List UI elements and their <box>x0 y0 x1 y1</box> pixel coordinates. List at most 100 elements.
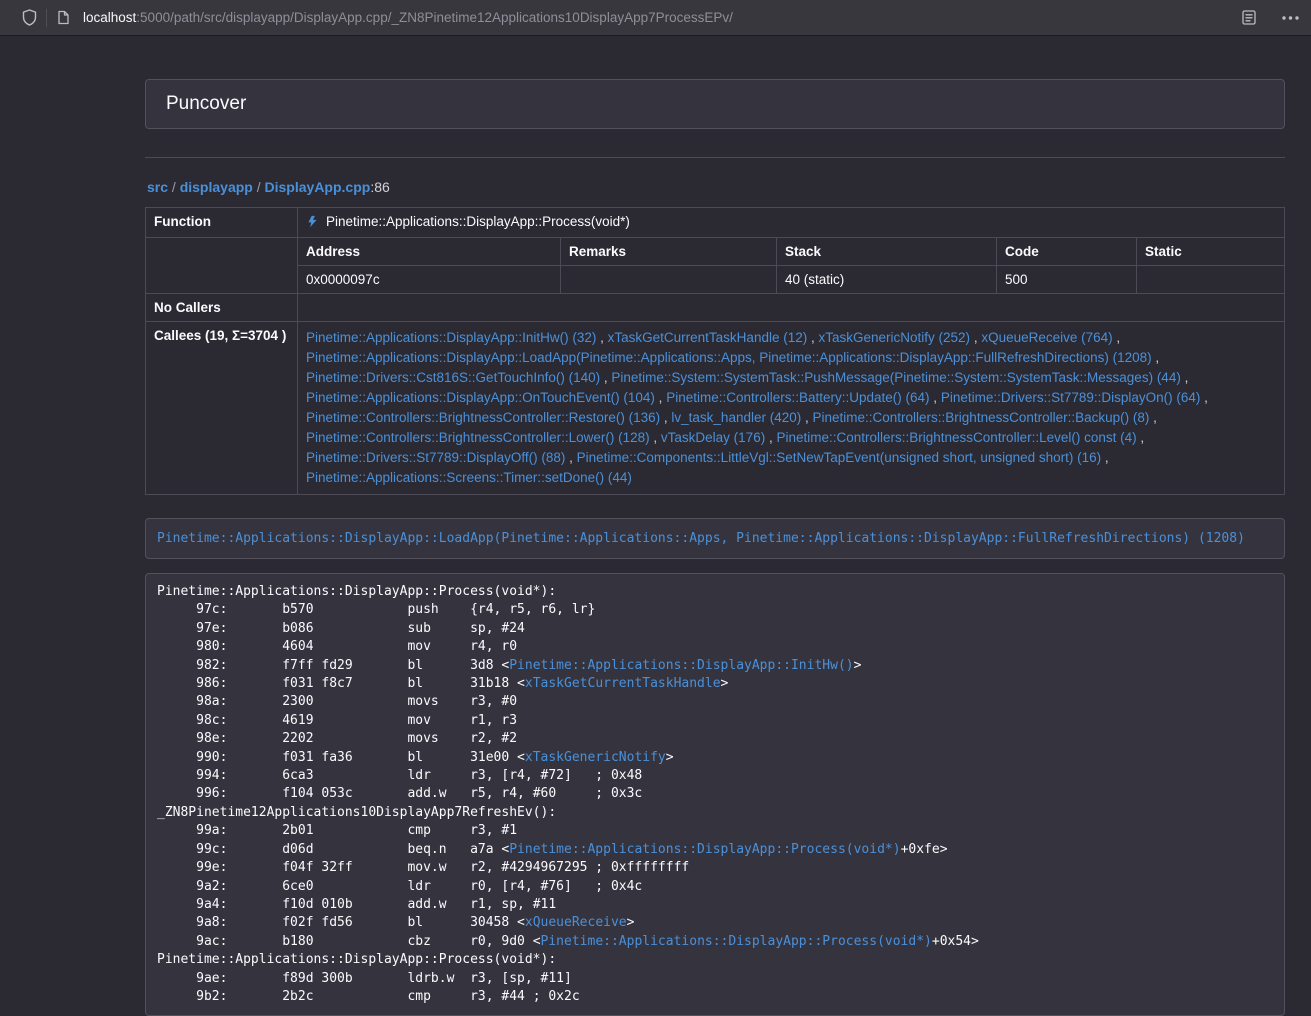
disassembly-text: 980: 4604 mov r4, r0 <box>157 639 517 654</box>
disassembly-text: 986: f031 f8c7 bl 31b18 < <box>157 676 525 691</box>
stats-header-stack: Stack <box>777 238 997 266</box>
breadcrumb-link-file[interactable]: DisplayApp.cpp <box>265 179 371 195</box>
disassembly-text: 996: f104 053c add.w r5, r4, #60 ; 0x3c <box>157 786 642 801</box>
disassembly-text: _ZN8Pinetime12Applications10DisplayApp7R… <box>157 805 556 820</box>
stats-header-static: Static <box>1137 238 1285 266</box>
url-host: localhost <box>83 10 136 25</box>
disassembly-symbol-link[interactable]: Pinetime::Applications::DisplayApp::Proc… <box>509 842 900 857</box>
callee-separator: , <box>600 370 611 385</box>
callee-link[interactable]: Pinetime::Controllers::Battery::Update()… <box>666 390 929 405</box>
callee-link[interactable]: Pinetime::System::SystemTask::PushMessag… <box>611 370 1180 385</box>
callee-separator: , <box>970 330 981 345</box>
disassembly-symbol-link[interactable]: Pinetime::Applications::DisplayApp::Proc… <box>541 934 932 949</box>
breadcrumb-link-displayapp[interactable]: displayapp <box>180 179 253 195</box>
disassembly-symbol-link[interactable]: xTaskGenericNotify <box>525 750 666 765</box>
no-callers-cell <box>298 294 1285 322</box>
disassembly-text: 9ae: f89d 300b ldrb.w r3, [sp, #11] <box>157 971 572 986</box>
callee-link[interactable]: Pinetime::Controllers::BrightnessControl… <box>776 430 1136 445</box>
callee-separator: , <box>1152 350 1160 365</box>
page-icon[interactable] <box>57 10 70 25</box>
disassembly-pre: Pinetime::Applications::DisplayApp::Proc… <box>145 573 1285 1016</box>
callee-separator: , <box>1101 450 1109 465</box>
breadcrumb-separator: / <box>253 179 265 195</box>
disassembly-text: 9a2: 6ce0 ldr r0, [r4, #76] ; 0x4c <box>157 879 642 894</box>
disassembly-text: 98c: 4619 mov r1, r3 <box>157 713 517 728</box>
callee-link[interactable]: lv_task_handler (420) <box>671 410 801 425</box>
disassembly-text: > <box>666 750 674 765</box>
callee-link[interactable]: Pinetime::Components::LittleVgl::SetNewT… <box>577 450 1102 465</box>
callee-link[interactable]: Pinetime::Applications::DisplayApp::Load… <box>306 350 1152 365</box>
callee-separator: , <box>596 330 607 345</box>
callee-link[interactable]: Pinetime::Applications::DisplayApp::Init… <box>306 330 596 345</box>
disassembly-text: 99a: 2b01 cmp r3, #1 <box>157 823 517 838</box>
highlighted-callee-panel: Pinetime::Applications::DisplayApp::Load… <box>145 518 1285 559</box>
disassembly-text: Pinetime::Applications::DisplayApp::Proc… <box>157 952 556 967</box>
stats-value-stack: 40 (static) <box>777 266 997 294</box>
stats-header-remarks: Remarks <box>561 238 777 266</box>
callees-label: Callees (19, Σ=3704 ) <box>146 322 298 495</box>
breadcrumb: src / displayapp / DisplayApp.cpp:86 <box>147 179 1285 195</box>
callees-cell: Pinetime::Applications::DisplayApp::Init… <box>298 322 1285 495</box>
callee-link[interactable]: Pinetime::Controllers::BrightnessControl… <box>306 410 660 425</box>
callee-link[interactable]: Pinetime::Drivers::Cst816S::GetTouchInfo… <box>306 370 600 385</box>
disassembly-symbol-link[interactable]: Pinetime::Applications::DisplayApp::Init… <box>509 658 853 673</box>
breadcrumb-link-src[interactable]: src <box>147 179 168 195</box>
stats-header-code: Code <box>997 238 1137 266</box>
callee-link[interactable]: Pinetime::Drivers::St7789::DisplayOn() (… <box>941 390 1201 405</box>
breadcrumb-separator: / <box>168 179 180 195</box>
callee-separator: , <box>650 430 661 445</box>
shield-icon[interactable] <box>22 9 37 26</box>
disassembly-symbol-link[interactable]: xQueueReceive <box>525 915 627 930</box>
disassembly-text: +0x54> <box>932 934 979 949</box>
disassembly-text: 99c: d06d beq.n a7a < <box>157 842 509 857</box>
divider <box>145 157 1285 158</box>
callees-row: Callees (19, Σ=3704 ) Pinetime::Applicat… <box>146 322 1285 495</box>
disassembly-text: 98e: 2202 movs r2, #2 <box>157 731 517 746</box>
callee-link[interactable]: xTaskGetCurrentTaskHandle (12) <box>608 330 808 345</box>
callee-link[interactable]: Pinetime::Drivers::St7789::DisplayOff() … <box>306 450 565 465</box>
stats-value-static <box>1137 266 1285 294</box>
function-row: Function Pinetime::Applications::Display… <box>146 208 1285 238</box>
callee-link[interactable]: xQueueReceive (764) <box>981 330 1112 345</box>
stats-value-remarks <box>561 266 777 294</box>
disassembly-text: 9a8: f02f fd56 bl 30458 < <box>157 915 525 930</box>
disassembly-symbol-link[interactable]: xTaskGetCurrentTaskHandle <box>525 676 721 691</box>
disassembly-text: > <box>854 658 862 673</box>
address-bar[interactable]: localhost:5000/path/src/displayapp/Displ… <box>83 10 733 25</box>
callee-link[interactable]: Pinetime::Controllers::BrightnessControl… <box>306 430 650 445</box>
reader-mode-icon[interactable] <box>1242 10 1256 25</box>
disassembly-text: 98a: 2300 movs r3, #0 <box>157 694 517 709</box>
function-info-table: Function Pinetime::Applications::Display… <box>145 207 1285 495</box>
highlighted-callee-link[interactable]: Pinetime::Applications::DisplayApp::Load… <box>157 531 1245 546</box>
url-path: :5000/path/src/displayapp/DisplayApp.cpp… <box>136 10 733 25</box>
disassembly-text: 990: f031 fa36 bl 31e00 < <box>157 750 525 765</box>
disassembly-text: 9a4: f10d 010b add.w r1, sp, #11 <box>157 897 556 912</box>
callee-link[interactable]: Pinetime::Applications::DisplayApp::OnTo… <box>306 390 655 405</box>
callee-link[interactable]: xTaskGenericNotify (252) <box>819 330 971 345</box>
callee-separator: , <box>565 450 576 465</box>
callee-separator: , <box>930 390 941 405</box>
disassembly-text: 97e: b086 sub sp, #24 <box>157 621 525 636</box>
browser-toolbar: localhost:5000/path/src/displayapp/Displ… <box>0 0 1311 36</box>
callee-link[interactable]: Pinetime::Controllers::BrightnessControl… <box>813 410 1150 425</box>
disassembly-text: 994: 6ca3 ldr r3, [r4, #72] ; 0x48 <box>157 768 642 783</box>
callee-link[interactable]: vTaskDelay (176) <box>661 430 765 445</box>
callee-separator: , <box>807 330 818 345</box>
callee-separator: , <box>1113 330 1121 345</box>
stats-row-label <box>146 238 298 294</box>
disassembly-text: 982: f7ff fd29 bl 3d8 < <box>157 658 509 673</box>
callee-separator: , <box>1149 410 1157 425</box>
disassembly-text: 9b2: 2b2c cmp r3, #44 ; 0x2c <box>157 989 580 1004</box>
stats-value-code: 500 <box>997 266 1137 294</box>
callee-separator: , <box>655 390 666 405</box>
callee-link[interactable]: Pinetime::Applications::Screens::Timer::… <box>306 470 632 485</box>
no-callers-row: No Callers <box>146 294 1285 322</box>
flash-icon <box>306 216 319 231</box>
menu-dots-icon[interactable] <box>1282 16 1299 20</box>
stats-value-row: 0x0000097c 40 (static) 500 <box>146 266 1285 294</box>
stats-header-address: Address <box>298 238 561 266</box>
no-callers-label: No Callers <box>146 294 298 322</box>
function-name: Pinetime::Applications::DisplayApp::Proc… <box>326 214 630 229</box>
disassembly-text: Pinetime::Applications::DisplayApp::Proc… <box>157 584 556 599</box>
callee-separator: , <box>801 410 812 425</box>
